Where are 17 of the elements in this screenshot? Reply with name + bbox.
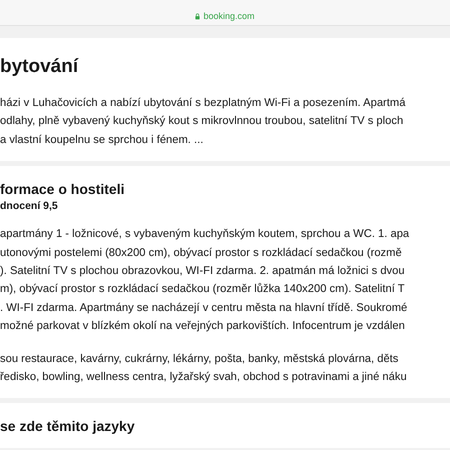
description-text: házi v Luhačovicích a nabízí ubytování s bezplatným Wi-Fi a posezením. Apartmá xyxy=(0,96,406,111)
address-bar[interactable]: booking.com xyxy=(0,0,450,26)
description-text: utonovými postelemi (80x200 cm), obývací prostor s rozkládací sedačkou (rozmě xyxy=(0,246,402,261)
description-text: a vlastní koupelnu se sprchou i fénem. ... xyxy=(0,132,204,148)
rating-text: dnocení 9,5 xyxy=(0,199,59,214)
description-text: apartmány 1 - ložnicové, s vybaveným kuchyňským koutem, sprchou a WC. 1. apa xyxy=(0,227,410,242)
description-text: m), obývací prostor s rozkládací sedačkou (rozměr lůžka 140x200 cm). Satelitní T xyxy=(0,282,405,298)
description-text: ). Satelitní TV s plochou obrazovkou, WI-FI zdarma. 2. apatmán má ložnici s dvou xyxy=(0,264,405,280)
description-text: možné parkovat v blízkém okolí na veřejných parkovištích. Infocentrum je vzdálen xyxy=(0,319,405,334)
description-text: sou restaurace, kavárny, cukrárny, lékárny, pošta, banky, městská plovárna, děts xyxy=(0,352,398,367)
section-heading: se zde těmito jazyky xyxy=(0,417,136,436)
description-text: ředisko, bowling, wellness centra, lyžařský svah, obchod s potravinami a jiné náku xyxy=(0,370,407,386)
url-text: booking.com xyxy=(203,11,255,21)
description-text: . WI-FI zdarma. Apartmány se nacházejí v centru města na hlavní třídě. Soukromé xyxy=(0,300,408,316)
section-heading: formace o hostiteli xyxy=(0,180,126,200)
section-heading: bytování xyxy=(0,55,80,79)
description-text: odlahy, plně vybavený kuchyňský kout s mikrovlnnou troubou, satelitní TV s ploch xyxy=(0,114,404,130)
